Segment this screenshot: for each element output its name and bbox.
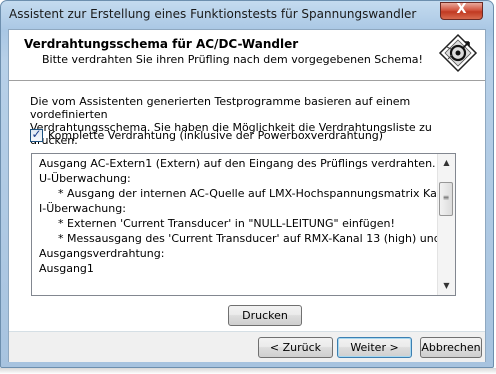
complete-wiring-label[interactable]: Komplette Verdrahtung (inklusive der Pow… xyxy=(48,129,383,142)
complete-wiring-checkbox[interactable]: ✓ xyxy=(30,127,43,142)
close-icon: X xyxy=(456,2,467,17)
intro-line-1: Die vom Assistenten generierten Testprog… xyxy=(30,95,411,121)
list-item: Ausgang AC-Extern1 (Extern) auf den Eing… xyxy=(39,157,436,170)
window-title: Assistent zur Erstellung eines Funktions… xyxy=(9,7,417,21)
list-item: Ausgangsverdrahtung: xyxy=(39,247,165,260)
page-title: Verdrahtungsschema für AC/DC-Wandler xyxy=(24,37,299,51)
page-subtitle: Bitte verdrahten Sie ihren Prüfling nach… xyxy=(42,53,423,66)
grip-icon: ≡ xyxy=(442,193,450,202)
wizard-logo-icon xyxy=(438,33,478,73)
wizard-body: Die vom Assistenten generierten Testprog… xyxy=(9,81,485,331)
cancel-button[interactable]: Abbrechen xyxy=(420,337,482,358)
wizard-window: Assistent zur Erstellung eines Funktions… xyxy=(0,0,494,368)
list-item: U-Überwachung: xyxy=(39,172,131,185)
close-button[interactable]: X xyxy=(440,2,483,20)
scroll-thumb[interactable]: ≡ xyxy=(439,182,453,216)
list-item: * Externen 'Current Transducer' in "NULL… xyxy=(58,217,395,230)
print-button[interactable]: Drucken xyxy=(228,305,302,326)
wiring-list-scrollbar[interactable]: ▲ ≡ ▼ xyxy=(437,154,455,295)
back-button[interactable]: < Zurück xyxy=(258,337,333,358)
wizard-header: Verdrahtungsschema für AC/DC-Wandler Bit… xyxy=(9,30,485,81)
next-button[interactable]: Weiter > xyxy=(337,337,412,358)
list-item: I-Überwachung: xyxy=(39,202,126,215)
scroll-up-arrow-icon[interactable]: ▲ xyxy=(438,155,455,171)
title-bar[interactable]: Assistent zur Erstellung eines Funktions… xyxy=(1,1,495,29)
list-item: Ausgang1 xyxy=(39,262,94,275)
window-shadow xyxy=(0,368,496,374)
checkmark-icon: ✓ xyxy=(31,127,42,141)
wizard-client-area: Verdrahtungsschema für AC/DC-Wandler Bit… xyxy=(8,29,486,362)
wiring-list-items: Ausgang AC-Extern1 (Extern) auf den Eing… xyxy=(32,156,438,276)
list-item: * Messausgang des 'Current Transducer' a… xyxy=(58,232,438,245)
wiring-list[interactable]: Ausgang AC-Extern1 (Extern) auf den Eing… xyxy=(31,153,456,296)
list-item: * Ausgang der internen AC-Quelle auf LMX… xyxy=(58,187,438,200)
wizard-footer: < Zurück Weiter > Abbrechen xyxy=(9,331,485,362)
scroll-down-arrow-icon[interactable]: ▼ xyxy=(438,278,455,294)
